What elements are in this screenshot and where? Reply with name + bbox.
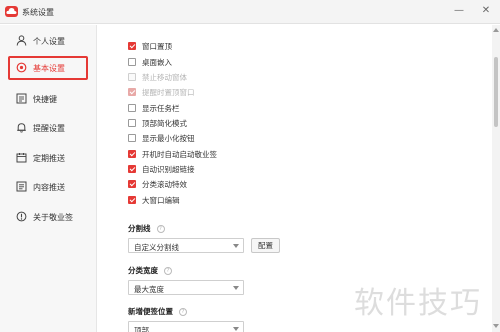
divider-select[interactable]: 自定义分割线 [128, 238, 244, 253]
option-label: 顶部简化模式 [142, 118, 187, 128]
sidebar-item-label: 基本设置 [33, 64, 65, 73]
help-icon[interactable]: ? [179, 307, 187, 316]
sidebar-item-label: 定期推送 [33, 154, 65, 163]
option-label: 显示最小化按钮 [142, 133, 195, 143]
sidebar-item-label: 快捷键 [33, 95, 57, 104]
option-detect-links[interactable]: 自动识别超链接 [128, 163, 195, 175]
sidebar-item-label: 提醒设置 [33, 124, 65, 133]
option-pin-on-reminder: 提醒时置顶窗口 [128, 86, 195, 98]
option-pin-window[interactable]: 窗口置顶 [128, 40, 172, 52]
option-label: 自动识别超链接 [142, 164, 195, 174]
checkbox[interactable] [128, 180, 136, 188]
sidebar-item-shortcuts[interactable]: 快捷键 [6, 87, 90, 111]
document-icon [16, 181, 27, 192]
checkbox[interactable] [128, 134, 136, 142]
option-label: 开机时自动启动敬业签 [142, 149, 217, 159]
option-label: 分类滚动特效 [142, 179, 187, 189]
scroll-up-icon[interactable] [493, 28, 499, 32]
app-logo-icon [5, 6, 18, 17]
window-title: 系统设置 [22, 8, 54, 17]
scrollbar-thumb[interactable] [494, 57, 498, 127]
sidebar-item-reminder-settings[interactable]: 提醒设置 [6, 116, 90, 140]
section-title: 分割线 [128, 224, 151, 233]
chevron-down-icon [233, 327, 239, 331]
watermark-text: 软件技巧 [354, 286, 482, 321]
chevron-down-icon [233, 244, 239, 248]
checkbox[interactable] [128, 104, 136, 112]
checkbox [128, 88, 136, 96]
sidebar-item-label: 关于敬业签 [33, 213, 73, 222]
minimize-button[interactable]: — [452, 4, 466, 18]
person-icon [16, 35, 27, 46]
divider-section-label: 分割线 ? [128, 223, 165, 234]
help-icon[interactable]: ? [156, 224, 165, 233]
option-label: 大窗口编辑 [142, 195, 180, 205]
sidebar-item-label: 内容推送 [33, 183, 65, 192]
close-button[interactable]: ✕ [479, 4, 493, 18]
calendar-icon [16, 153, 27, 163]
option-autostart[interactable]: 开机时自动启动敬业签 [128, 148, 217, 160]
option-label: 提醒时置顶窗口 [142, 87, 195, 97]
option-label: 禁止移动窗体 [142, 72, 187, 82]
option-show-taskbar[interactable]: 显示任务栏 [128, 102, 180, 114]
checkbox[interactable] [128, 58, 136, 66]
new-note-position-section-label: 新增便签位置 ? [128, 306, 187, 317]
option-desktop-embed[interactable]: 桌面嵌入 [128, 56, 172, 68]
keyboard-icon [16, 93, 27, 104]
option-label: 窗口置顶 [142, 41, 172, 51]
sidebar: 个人设置 基本设置 快捷键 提醒设置 定期推送 内容推送 关于敬业签 [0, 25, 97, 332]
option-lock-window: 禁止移动窗体 [128, 71, 187, 83]
section-title: 新增便签位置 [128, 307, 173, 316]
sidebar-item-personal-settings[interactable]: 个人设置 [6, 29, 90, 53]
checkbox[interactable] [128, 196, 136, 204]
settings-circle-icon [16, 62, 27, 73]
checkbox[interactable] [128, 42, 136, 50]
category-width-select[interactable]: 最大宽度 [128, 280, 244, 295]
chevron-down-icon [233, 286, 239, 290]
sidebar-item-scheduled-push[interactable]: 定期推送 [6, 146, 90, 170]
checkbox[interactable] [128, 150, 136, 158]
scroll-down-icon[interactable] [493, 324, 499, 328]
option-top-simplified[interactable]: 顶部简化模式 [128, 117, 187, 129]
category-width-section-label: 分类宽度 ? [128, 265, 172, 276]
option-large-edit[interactable]: 大窗口编辑 [128, 194, 180, 206]
sidebar-item-basic-settings[interactable]: 基本设置 [8, 56, 88, 80]
select-value: 顶部 [134, 326, 149, 332]
sidebar-item-label: 个人设置 [33, 37, 65, 46]
select-value: 最大宽度 [134, 285, 164, 294]
option-label: 显示任务栏 [142, 103, 180, 113]
sidebar-item-about[interactable]: 关于敬业签 [6, 205, 90, 229]
option-show-minimize[interactable]: 显示最小化按钮 [128, 132, 195, 144]
checkbox[interactable] [128, 165, 136, 173]
option-scroll-effect[interactable]: 分类滚动特效 [128, 178, 187, 190]
option-label: 桌面嵌入 [142, 57, 172, 67]
select-value: 自定义分割线 [134, 243, 179, 252]
sidebar-item-content-push[interactable]: 内容推送 [6, 175, 90, 199]
section-title: 分类宽度 [128, 266, 158, 275]
info-icon [16, 211, 27, 222]
checkbox [128, 73, 136, 81]
title-bar: 系统设置 — ✕ [0, 0, 500, 24]
vertical-scrollbar[interactable] [492, 25, 500, 332]
bell-icon [17, 123, 26, 133]
watermark: 软件技巧 [345, 268, 491, 332]
new-note-position-select[interactable]: 顶部 [128, 321, 244, 332]
help-icon[interactable]: ? [164, 266, 172, 275]
checkbox[interactable] [128, 119, 136, 127]
divider-config-button[interactable]: 配置 [251, 238, 280, 253]
